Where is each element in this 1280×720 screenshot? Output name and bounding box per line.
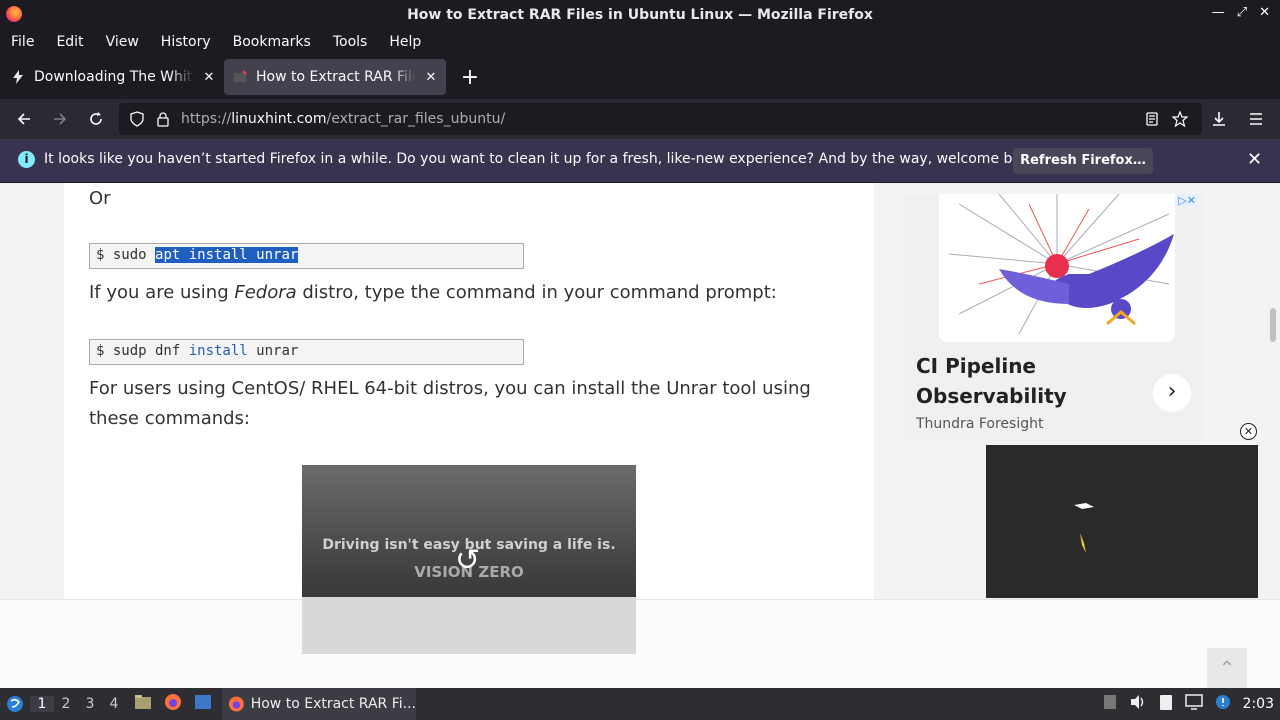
start-menu-icon[interactable] [0, 695, 30, 713]
close-window-icon[interactable]: ✕ [1259, 5, 1270, 20]
window-titlebar: How to Extract RAR Files in Ubuntu Linux… [0, 0, 1280, 29]
forward-button[interactable] [44, 103, 76, 135]
maximize-icon[interactable]: ⤢ [1237, 5, 1247, 20]
code-prompt: $ sudp dnf [96, 343, 189, 359]
tab-extract-rar[interactable]: How to Extract RAR Files in Ubuntu Linux… [224, 59, 446, 95]
close-tab-icon[interactable]: ✕ [202, 70, 216, 85]
fedora-post: distro, type the command in your command… [296, 282, 777, 303]
ad-sponsor: Thundra Foresight [916, 416, 1044, 432]
page-scrollbar[interactable] [1270, 308, 1276, 342]
sidebar-ad[interactable]: ▷✕ CI Pipeline Observability Thundra For… [905, 194, 1203, 441]
paragraph-or: Or [89, 188, 111, 209]
close-ad-icon[interactable]: ✕ [1240, 423, 1257, 440]
reader-view-icon[interactable] [1144, 111, 1160, 131]
workspace-2[interactable]: 2 [54, 696, 78, 712]
menu-tools[interactable]: Tools [333, 34, 368, 50]
arrow-right-icon [54, 113, 67, 125]
lock-icon[interactable] [155, 111, 171, 127]
taskbar-firefox-window[interactable]: How to Extract RAR Fi... [222, 688, 416, 720]
code-prompt: $ sudo [96, 247, 156, 263]
chevron-right-icon[interactable]: › [1153, 374, 1191, 412]
url-path: /extract_rar_files_ubuntu/ [326, 111, 506, 127]
workspace-3[interactable]: 3 [78, 696, 102, 712]
workspace-1[interactable]: 1 [30, 696, 54, 712]
bookmark-star-icon[interactable] [1171, 110, 1189, 131]
close-tab-icon[interactable]: ✕ [424, 70, 438, 85]
menu-bar: File Edit View History Bookmarks Tools H… [0, 29, 1280, 54]
menu-bookmarks[interactable]: Bookmarks [233, 34, 311, 50]
menu-file[interactable]: File [11, 34, 34, 50]
close-notification-icon[interactable]: ✕ [1247, 149, 1262, 170]
info-icon: i [18, 151, 35, 168]
code-block-apt[interactable]: $ sudo apt install unrar [89, 243, 524, 269]
update-notifier-icon[interactable] [1215, 694, 1231, 714]
page-content: Or $ sudo apt install unrar If you are u… [0, 183, 1280, 688]
downloads-button[interactable] [1203, 103, 1235, 135]
bottom-ad-banner [0, 599, 1280, 688]
firefox-logo-icon [6, 6, 22, 22]
clock[interactable]: 2:03 [1243, 696, 1274, 712]
tab-downloading-white-house[interactable]: Downloading The White House ✕ [2, 59, 224, 95]
refresh-notification-bar: i It looks like you haven’t started Fire… [0, 139, 1280, 182]
desktop-taskbar: 1 2 3 4 How to Extract RAR Fi... 2:03 [0, 688, 1280, 720]
code-rest: unrar [247, 343, 299, 359]
code-keyword: install [188, 343, 248, 359]
clipboard-icon[interactable] [1159, 693, 1173, 715]
tab-label: Downloading The White House [34, 69, 194, 85]
ad-illustration [939, 194, 1175, 342]
file-manager-icon[interactable] [134, 694, 152, 714]
notes-icon[interactable] [1103, 694, 1117, 714]
video-lower-panel [302, 597, 636, 654]
tab-label: How to Extract RAR Files in Ubuntu Linux [256, 69, 416, 85]
app-menu-button[interactable] [1240, 103, 1272, 135]
url-bar[interactable]: https://linuxhint.com/extract_rar_files_… [119, 103, 1202, 135]
ad-headline[interactable]: CI Pipeline Observability [916, 351, 1126, 411]
url-prefix: https:// [181, 111, 232, 127]
code-selected-text[interactable]: apt install unrar [155, 247, 299, 263]
adchoices-icon[interactable]: ▷✕ [1175, 194, 1199, 207]
notification-message: It looks like you haven’t started Firefo… [44, 151, 1043, 167]
terminal-launcher-icon[interactable] [194, 694, 212, 714]
arrow-left-icon [17, 113, 30, 125]
lightning-icon [10, 69, 26, 85]
paragraph-centos-line1: For users using CentOS/ RHEL 64-bit dist… [89, 378, 811, 399]
display-icon[interactable] [1184, 694, 1203, 714]
firefox-icon [228, 696, 244, 712]
floating-video-ad[interactable] [986, 445, 1258, 598]
tab-bar: Downloading The White House ✕ How to Ext… [0, 56, 1280, 98]
fedora-emphasis: Fedora [234, 282, 297, 303]
new-tab-button[interactable]: + [454, 61, 486, 93]
menu-view[interactable]: View [106, 34, 139, 50]
paragraph-fedora: If you are using Fedora distro, type the… [89, 278, 777, 308]
fedora-pre: If you are using [89, 282, 235, 303]
window-title: How to Extract RAR Files in Ubuntu Linux… [407, 6, 873, 23]
reload-button[interactable] [80, 103, 112, 135]
url-domain: linuxhint.com [231, 111, 327, 127]
download-icon [1213, 112, 1225, 126]
shield-icon[interactable] [129, 111, 145, 127]
refresh-firefox-button[interactable]: Refresh Firefox… [1013, 148, 1153, 174]
url-text[interactable]: https://linuxhint.com/extract_rar_files_… [181, 111, 505, 127]
navigation-toolbar: https://linuxhint.com/extract_rar_files_… [0, 99, 1280, 139]
workspace-4[interactable]: 4 [102, 696, 126, 712]
video-ad-player[interactable]: Driving isn't easy but saving a life is.… [302, 465, 636, 654]
minimize-icon[interactable]: — [1212, 5, 1225, 20]
system-tray: 2:03 [1103, 688, 1280, 720]
hamburger-menu-icon [1250, 113, 1262, 125]
paragraph-centos-line2: these commands: [89, 408, 250, 429]
site-favicon-icon [232, 69, 248, 85]
menu-history[interactable]: History [161, 34, 211, 50]
reload-icon [90, 112, 102, 125]
volume-icon[interactable] [1129, 694, 1147, 714]
back-button[interactable] [8, 103, 40, 135]
firefox-launcher-icon[interactable] [164, 693, 182, 715]
task-label: How to Extract RAR Fi... [250, 696, 416, 712]
back-to-top-button[interactable]: ⌃ [1207, 648, 1247, 688]
menu-edit[interactable]: Edit [56, 34, 83, 50]
replay-icon[interactable]: ↺ [455, 543, 480, 578]
menu-help[interactable]: Help [389, 34, 421, 50]
code-block-dnf[interactable]: $ sudp dnf install unrar [89, 339, 524, 365]
